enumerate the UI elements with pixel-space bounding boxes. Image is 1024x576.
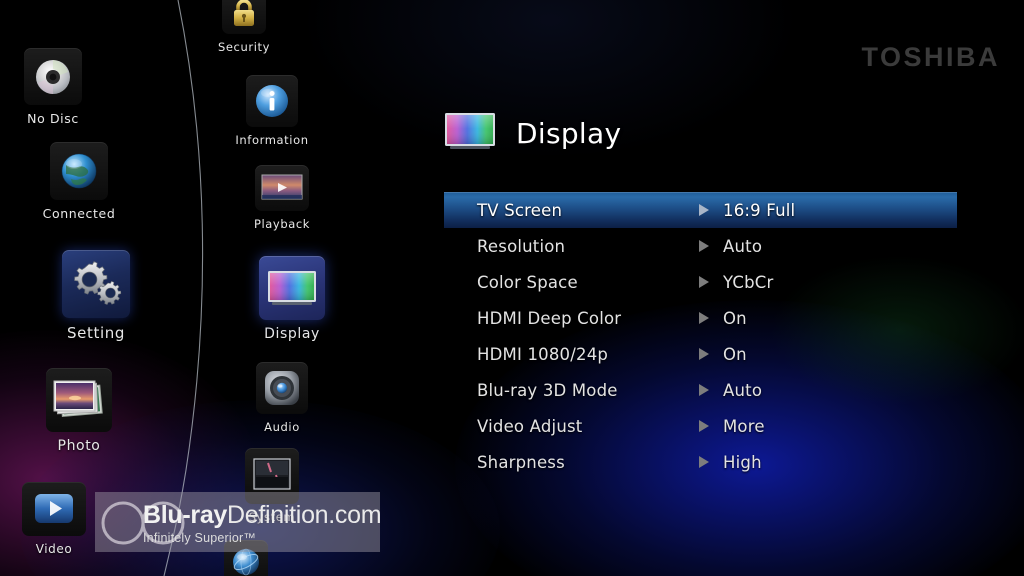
watermark-brand-light: Definition.com [227, 501, 382, 529]
settings-row-value: On [723, 308, 747, 328]
settings-row-value: YCbCr [723, 272, 774, 292]
chevron-right-icon [699, 456, 709, 468]
settings-row-value: 16:9 Full [723, 200, 796, 220]
gears-icon [62, 250, 130, 318]
settings-row-bluray-3d-mode[interactable]: Blu-ray 3D Mode Auto [444, 372, 957, 408]
menu-item-label: No Disc [27, 111, 79, 126]
menu-item-label: Information [235, 133, 309, 147]
chevron-right-icon [699, 240, 709, 252]
settings-row-value: More [723, 416, 765, 436]
chevron-right-icon [699, 204, 709, 216]
settings-row-value: On [723, 344, 747, 364]
settings-row-label: Video Adjust [477, 416, 583, 436]
globe-icon [50, 142, 108, 200]
menu-item-label: Audio [264, 420, 300, 434]
photos-icon [46, 368, 112, 432]
menu-item-label: Setting [67, 324, 125, 342]
menu-item-connected[interactable]: Connected [43, 142, 115, 221]
chevron-right-icon [699, 312, 709, 324]
play-icon [22, 482, 86, 536]
chevron-right-icon [699, 384, 709, 396]
menu-item-information[interactable]: Information [235, 75, 308, 147]
display-color-bars-icon [259, 256, 325, 320]
settings-row-video-adjust[interactable]: Video Adjust More [444, 408, 957, 444]
settings-row-resolution[interactable]: Resolution Auto [444, 228, 957, 264]
menu-item-audio[interactable]: Audio [256, 362, 308, 434]
menu-item-setting[interactable]: Setting [62, 250, 130, 342]
decorative-arc [163, 0, 204, 576]
playback-thumb-icon [255, 165, 309, 211]
page-title: Display [516, 116, 622, 150]
settings-row-hdmi-deep-color[interactable]: HDMI Deep Color On [444, 300, 957, 336]
chevron-right-icon [699, 420, 709, 432]
info-circle-icon [246, 75, 298, 127]
menu-item-label: Video [35, 542, 73, 556]
menu-item-security[interactable]: Security [218, 0, 269, 54]
padlock-icon [222, 0, 266, 34]
settings-row-label: Color Space [477, 272, 578, 292]
tv-settings-screen: TOSHIBA No Disc Connected Setting Photo … [0, 0, 1024, 576]
settings-row-label: TV Screen [477, 200, 563, 220]
menu-item-no-disc[interactable]: No Disc [22, 48, 84, 126]
settings-row-sharpness[interactable]: Sharpness High [444, 444, 957, 480]
toshiba-logo: TOSHIBA [861, 42, 1000, 72]
settings-row-label: HDMI Deep Color [477, 308, 622, 328]
settings-row-value: Auto [723, 380, 763, 400]
chevron-right-icon [699, 276, 709, 288]
menu-item-label: Display [264, 326, 320, 342]
settings-row-label: Sharpness [477, 452, 565, 472]
chevron-right-icon [699, 348, 709, 360]
speaker-icon [256, 362, 308, 414]
menu-item-label: Photo [57, 438, 101, 454]
menu-item-video[interactable]: Video [22, 482, 86, 556]
settings-list: TV Screen 16:9 Full Resolution Auto Colo… [444, 192, 957, 480]
settings-row-value: High [723, 452, 762, 472]
settings-row-value: Auto [723, 236, 763, 256]
menu-item-photo[interactable]: Photo [46, 368, 112, 454]
settings-row-tv-screen[interactable]: TV Screen 16:9 Full [444, 192, 957, 228]
panel-header: Display [444, 110, 964, 156]
watermark-tagline: Infinitely Superior™ [143, 531, 257, 545]
menu-item-display[interactable]: Display [259, 256, 325, 342]
watermark: Blu-rayDefinition.com Infinitely Superio… [95, 492, 382, 552]
settings-row-color-space[interactable]: Color Space YCbCr [444, 264, 957, 300]
menu-item-label: Connected [42, 206, 116, 221]
display-color-bars-icon [444, 111, 496, 155]
menu-item-playback[interactable]: Playback [253, 165, 311, 231]
settings-row-label: Resolution [477, 236, 566, 256]
watermark-text: Blu-rayDefinition.com Infinitely Superio… [143, 501, 382, 545]
disc-icon [24, 48, 82, 105]
menu-item-label: Playback [253, 217, 311, 231]
settings-row-label: HDMI 1080/24p [477, 344, 609, 364]
display-settings-panel: Display TV Screen 16:9 Full Resolution A… [444, 110, 964, 472]
menu-item-label: Security [217, 40, 271, 54]
watermark-brand-bold: Blu-ray [143, 501, 228, 529]
settings-row-hdmi-1080-24p[interactable]: HDMI 1080/24p On [444, 336, 957, 372]
settings-row-label: Blu-ray 3D Mode [477, 380, 618, 400]
